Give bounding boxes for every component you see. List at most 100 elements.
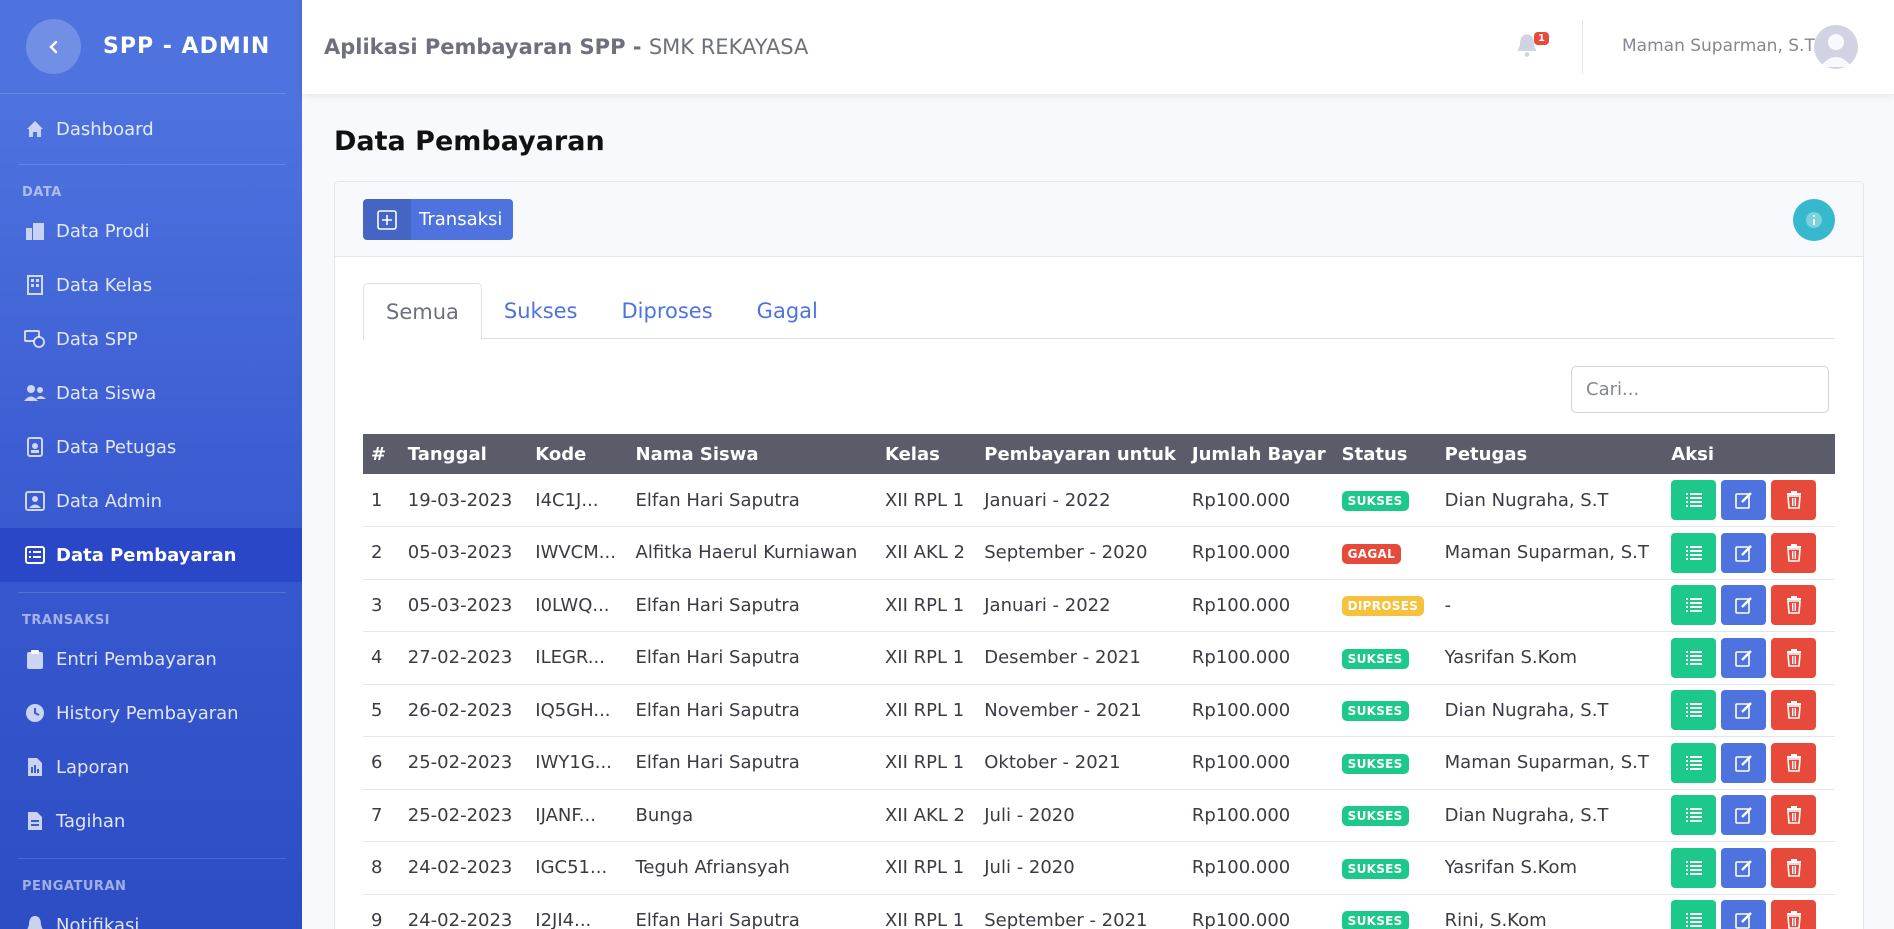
tab-sukses[interactable]: Sukses	[482, 283, 600, 339]
column-header: Status	[1341, 443, 1408, 465]
sidebar-item-data-admin[interactable]: Data Admin	[0, 474, 302, 528]
status-badge: DIPROSES	[1341, 596, 1425, 617]
delete-button[interactable]	[1771, 637, 1817, 678]
edit-button[interactable]	[1721, 795, 1767, 836]
edit-button[interactable]	[1721, 532, 1767, 573]
delete-button[interactable]	[1771, 795, 1817, 836]
sidebar-item-entri-pembayaran[interactable]: Entri Pembayaran	[0, 632, 302, 686]
sidebar-item-laporan[interactable]: Laporan	[0, 740, 302, 794]
detail-button[interactable]	[1671, 585, 1717, 626]
sidebar-item-label: Entri Pembayaran	[56, 648, 217, 670]
sidebar-heading-data: DATA	[22, 185, 62, 200]
row-actions	[1671, 847, 1827, 888]
cell-jumlah: Rp100.000	[1183, 631, 1334, 685]
edit-button[interactable]	[1721, 585, 1767, 626]
table-row[interactable]: 7 25-02-2023 IJANF... Bunga XII AKL 2 Juli - …	[363, 789, 1835, 842]
search-input[interactable]	[1571, 366, 1829, 413]
sidebar-item-label: Data Kelas	[56, 274, 153, 296]
delete-button[interactable]	[1771, 847, 1817, 888]
table-row[interactable]: 5 26-02-2023 IQ5GH... Elfan Hari Saputra XII…	[363, 684, 1835, 737]
cell-no: 6	[363, 736, 400, 790]
table-row[interactable]: 3 05-03-2023 I0LWQ... Elfan Hari Saputra XII…	[363, 579, 1835, 632]
edit-icon	[1734, 544, 1752, 562]
cell-untuk: Januari - 2022	[976, 579, 1184, 632]
info-circle-icon	[1806, 212, 1822, 228]
detail-button[interactable]	[1671, 900, 1717, 929]
cell-tanggal: 24-02-2023	[399, 841, 528, 895]
sidebar-item-history-pembayaran[interactable]: History Pembayaran	[0, 686, 302, 740]
sidebar-item-data-kelas[interactable]: Data Kelas	[0, 258, 302, 312]
sidebar-item-label: Data Siswa	[56, 382, 157, 404]
cell-petugas: Yasrifan S.Kom	[1436, 841, 1664, 895]
cell-petugas: Yasrifan S.Kom	[1436, 631, 1664, 685]
cell-kode: ILEGR...	[527, 631, 628, 685]
detail-button[interactable]	[1671, 847, 1717, 888]
cell-jumlah: Rp100.000	[1183, 894, 1334, 929]
detail-button[interactable]	[1671, 795, 1717, 836]
cell-nama: Elfan Hari Saputra	[627, 684, 877, 737]
user-name[interactable]: Maman Suparman, S.T	[1622, 36, 1815, 56]
delete-button[interactable]	[1771, 585, 1817, 626]
delete-button[interactable]	[1771, 532, 1817, 573]
cell-nama: Elfan Hari Saputra	[627, 579, 877, 632]
delete-button[interactable]	[1771, 900, 1817, 929]
detail-button[interactable]	[1671, 637, 1717, 678]
cell-status: SUKSES	[1333, 631, 1437, 685]
avatar[interactable]	[1814, 25, 1858, 69]
notification-badge: 1	[1534, 32, 1549, 45]
sidebar-item-data-siswa[interactable]: Data Siswa	[0, 366, 302, 420]
row-actions	[1671, 532, 1827, 573]
column-header: Nama Siswa	[635, 443, 759, 465]
sidebar-item-data-pembayaran[interactable]: Data Pembayaran	[0, 528, 302, 582]
list-icon	[1685, 545, 1702, 560]
delete-button[interactable]	[1771, 690, 1817, 731]
table-row[interactable]: 1 19-03-2023 I4C1J... Elfan Hari Saputra XII…	[363, 474, 1835, 527]
edit-button[interactable]	[1721, 847, 1767, 888]
tab-gagal[interactable]: Gagal	[735, 283, 840, 339]
cell-kelas: XII RPL 1	[876, 474, 977, 527]
sidebar-toggle-button[interactable]	[26, 19, 81, 74]
detail-button[interactable]	[1671, 690, 1717, 731]
column-header: Kode	[535, 443, 587, 465]
delete-button[interactable]	[1771, 742, 1817, 783]
list-alt-icon	[24, 544, 46, 566]
add-transaksi-button[interactable]: Transaksi	[363, 199, 513, 240]
table-row[interactable]: 4 27-02-2023 ILEGR... Elfan Hari Saputra XII…	[363, 631, 1835, 685]
sidebar-item-tagihan[interactable]: Tagihan	[0, 794, 302, 848]
row-actions	[1671, 637, 1827, 678]
trash-icon	[1786, 701, 1801, 720]
cell-petugas: Dian Nugraha, S.T	[1436, 684, 1664, 737]
clock-icon	[24, 702, 46, 724]
edit-button[interactable]	[1721, 690, 1767, 731]
delete-button[interactable]	[1771, 480, 1817, 520]
tab-diproses[interactable]: Diproses	[600, 283, 735, 339]
table-row[interactable]: 8 24-02-2023 IGC51... Teguh Afriansyah XII R…	[363, 841, 1835, 895]
cell-kode: I2JI4...	[527, 894, 628, 929]
detail-button[interactable]	[1671, 532, 1717, 573]
trash-icon	[1786, 491, 1801, 509]
detail-button[interactable]	[1671, 480, 1717, 520]
info-button[interactable]	[1793, 199, 1835, 241]
table-row[interactable]: 6 25-02-2023 IWY1G... Elfan Hari Saputra XII…	[363, 736, 1835, 790]
list-icon	[1685, 913, 1702, 928]
edit-button[interactable]	[1721, 480, 1767, 520]
list-icon	[1685, 703, 1702, 718]
trash-icon	[1786, 543, 1801, 562]
edit-button[interactable]	[1721, 742, 1767, 783]
edit-button[interactable]	[1721, 637, 1767, 678]
file-invoice-icon	[24, 810, 46, 832]
sidebar: SPP - ADMIN Dashboard DATA Data Prodi Da…	[0, 0, 302, 929]
tab-semua[interactable]: Semua	[363, 283, 482, 340]
cell-jumlah: Rp100.000	[1183, 841, 1334, 895]
table-row[interactable]: 2 05-03-2023 IWVCM... Alfitka Haerul Kurnia…	[363, 526, 1835, 580]
file-icon	[24, 756, 46, 778]
cell-untuk: September - 2021	[976, 894, 1184, 929]
detail-button[interactable]	[1671, 742, 1717, 783]
table-row[interactable]: 9 24-02-2023 I2JI4... Elfan Hari Saputra XII…	[363, 894, 1835, 929]
sidebar-item-data-prodi[interactable]: Data Prodi	[0, 204, 302, 258]
edit-button[interactable]	[1721, 900, 1767, 929]
sidebar-item-notifikasi[interactable]: Notifikasi	[0, 898, 302, 929]
sidebar-item-data-spp[interactable]: Data SPP	[0, 312, 302, 366]
sidebar-item-dashboard[interactable]: Dashboard	[0, 102, 302, 156]
sidebar-item-data-petugas[interactable]: Data Petugas	[0, 420, 302, 474]
